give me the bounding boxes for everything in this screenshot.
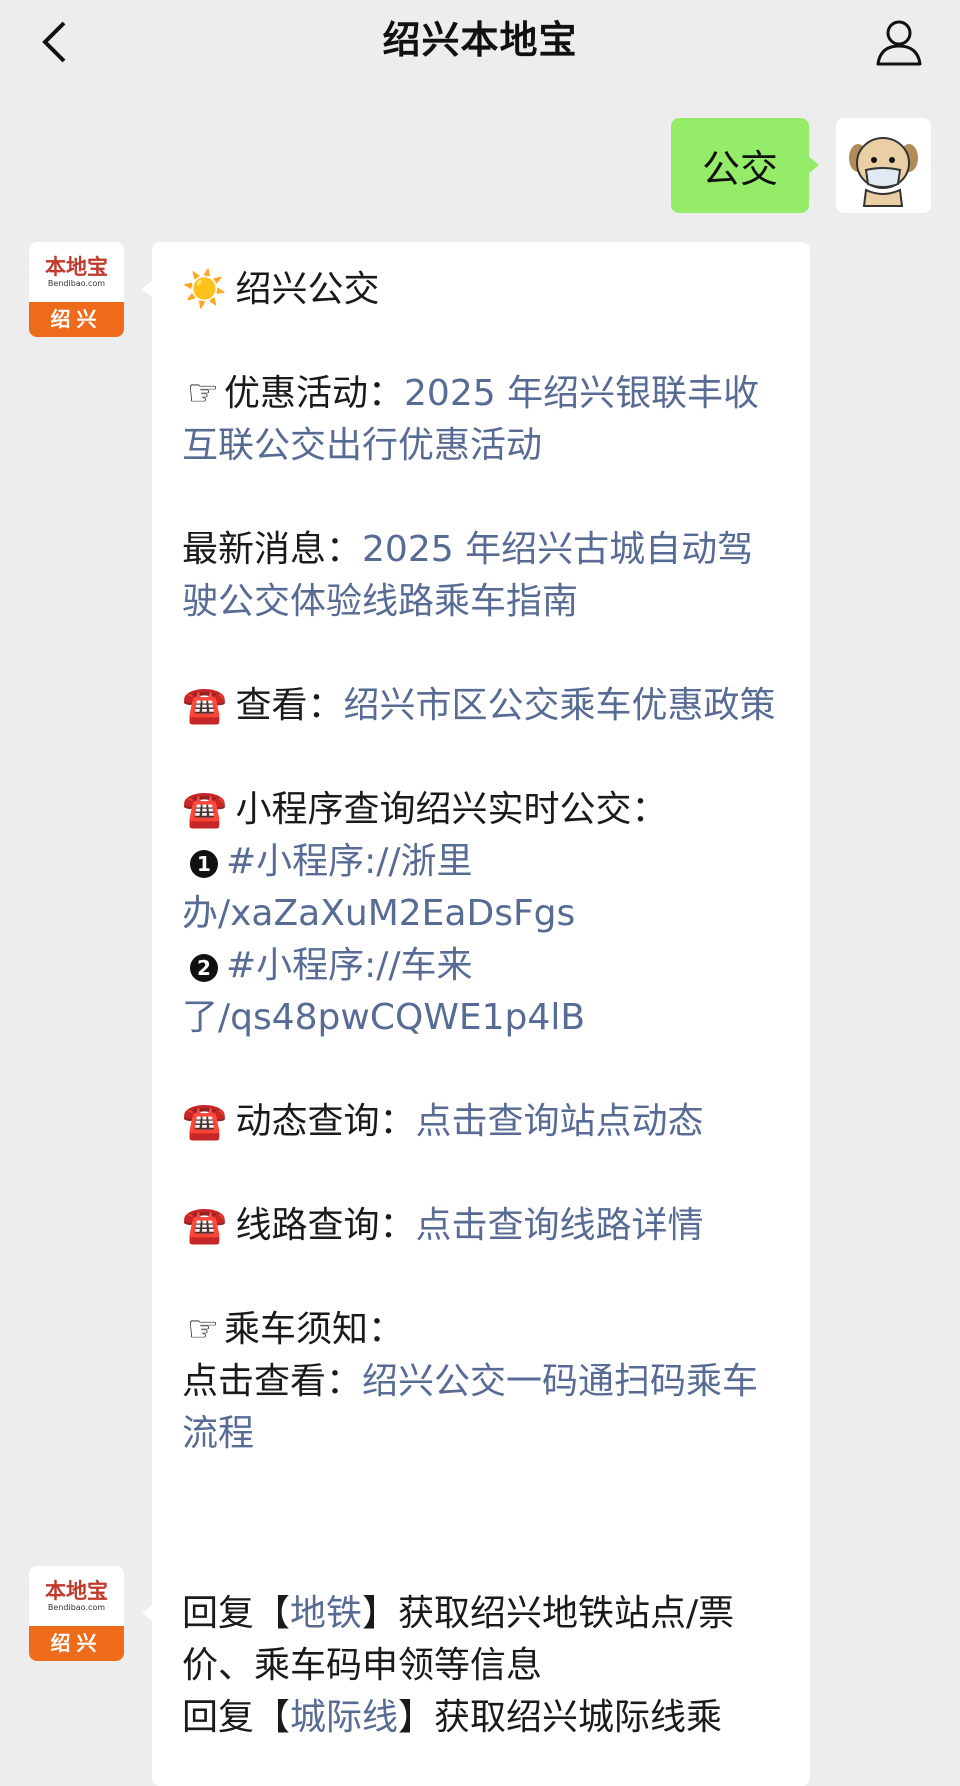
- telephone-icon: ☎️: [182, 1101, 227, 1142]
- bot-avatar[interactable]: 本地宝 Bendibao.com 绍兴: [29, 242, 124, 337]
- bot-logo-city: 绍兴: [29, 302, 124, 337]
- pointing-hand-icon: ☞: [186, 1309, 220, 1350]
- route-query-label: 线路查询：: [235, 1205, 416, 1246]
- promo-label: 优惠活动：: [224, 373, 405, 414]
- telephone-icon: ☎️: [182, 789, 227, 830]
- mini-program-link-1[interactable]: #小程序://浙里办/xaZaXuM2EaDsFgs: [182, 841, 575, 934]
- reply-desc-2: 】获取绍兴城际线乘: [398, 1697, 723, 1738]
- dynamic-query-label: 动态查询：: [235, 1101, 416, 1142]
- bot-message-bubble: ☀️ 绍兴公交 ☞ 优惠活动：2025 年绍兴银联丰收互联公交出行优惠活动 最新消…: [142, 242, 810, 1634]
- page-title: 绍兴本地宝: [382, 18, 578, 62]
- user-avatar[interactable]: [836, 118, 931, 213]
- user-message-bubble[interactable]: 公交: [671, 118, 819, 213]
- telephone-icon: ☎️: [182, 685, 227, 726]
- pointing-hand-icon: ☞: [186, 373, 220, 414]
- reply-prefix-1: 回复【: [182, 1593, 291, 1634]
- notice-label: 乘车须知：: [224, 1309, 405, 1350]
- bot-avatar[interactable]: 本地宝 Bendibao.com 绍兴: [29, 1566, 124, 1661]
- top-bar: 绍兴本地宝: [0, 0, 960, 96]
- number-badge-2: 2: [190, 954, 218, 982]
- view-label: 查看：: [235, 685, 344, 726]
- profile-button[interactable]: [872, 14, 926, 70]
- view-link[interactable]: 绍兴市区公交乘车优惠政策: [343, 685, 775, 726]
- reply-prefix-2: 回复【: [182, 1697, 291, 1738]
- bot-logo-text: 本地宝: [45, 1578, 108, 1603]
- sun-icon: ☀️: [182, 269, 227, 310]
- metro-keyword-link[interactable]: 地铁: [290, 1593, 362, 1634]
- dynamic-query-link[interactable]: 点击查询站点动态: [415, 1101, 703, 1142]
- number-badge-1: 1: [190, 850, 218, 878]
- bot-logo-domain: Bendibao.com: [47, 1603, 106, 1612]
- bot-logo-domain: Bendibao.com: [47, 279, 106, 288]
- notice-prefix: 点击查看：: [182, 1361, 363, 1402]
- bot-logo-text: 本地宝: [45, 254, 108, 279]
- mini-program-label: 小程序查询绍兴实时公交：: [235, 789, 668, 830]
- dog-avatar-icon: [849, 137, 918, 207]
- user-message-text: 公交: [701, 147, 778, 191]
- telephone-icon: ☎️: [182, 1205, 227, 1246]
- bot-message-bubble-2: 回复【地铁】获取绍兴地铁站点/票价、乘车码申领等信息 回复【城际线】获取绍兴城际…: [142, 1566, 810, 1786]
- chat-area[interactable]: 公交 本地宝 Bendibao.com 绍兴 ☀️ 绍兴公交 ☞ 优惠活动：202…: [0, 96, 960, 1786]
- intercity-keyword-link[interactable]: 城际线: [290, 1697, 398, 1738]
- route-query-link[interactable]: 点击查询线路详情: [415, 1205, 703, 1246]
- news-label: 最新消息：: [182, 529, 363, 570]
- bubble-heading: 绍兴公交: [235, 269, 380, 310]
- mini-program-link-2[interactable]: #小程序://车来了/qs48pwCQWE1p4lB: [182, 945, 585, 1038]
- profile-icon: [876, 20, 922, 66]
- bot-logo-city: 绍兴: [29, 1626, 124, 1661]
